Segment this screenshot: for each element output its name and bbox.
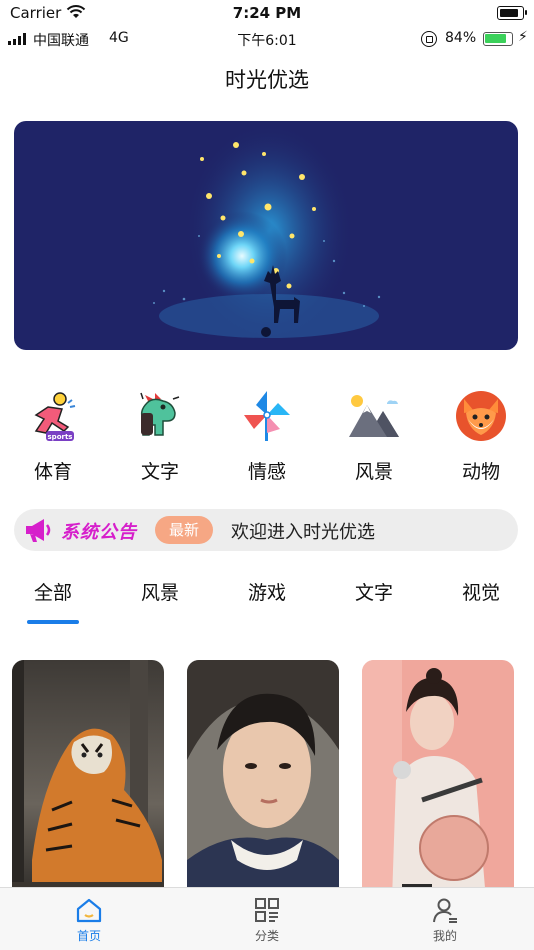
category-label: 情感 [247,461,286,483]
dinosaur-icon [133,389,187,443]
tab-label: 全部 [33,582,72,604]
category-emotion[interactable]: 情感 [227,385,307,485]
battery-level-icon [483,32,513,46]
category-animal[interactable]: 动物 [441,385,521,485]
ios-status-bar: Carrier 7:24 PM [0,0,534,26]
image-card-portrait-girl[interactable] [362,660,514,900]
new-badge: 最新 [155,516,214,544]
home-icon [75,896,103,924]
status-time: 7:24 PM [232,4,302,22]
image-card-tiger[interactable] [12,660,164,900]
battery-percent: 84% [445,30,477,46]
nav-label: 我的 [432,929,457,943]
tab-label: 文字 [354,582,393,604]
category-label: 动物 [461,461,500,483]
tab-strip: 全部 风景 游戏 文字 视觉 [0,578,534,628]
bottom-tab-bar: 首页 分类 我的 [0,887,534,950]
nav-home[interactable]: 首页 [49,896,129,944]
svg-text:sports: sports [48,433,73,441]
announcement-title: 系统公告 [61,522,137,543]
megaphone-icon [24,517,54,547]
battery-icon [497,6,527,20]
category-label: 风景 [354,461,393,483]
nav-label: 分类 [254,929,279,943]
category-text[interactable]: 文字 [120,385,200,485]
grid-icon [253,896,281,924]
tab-label: 游戏 [247,582,286,604]
pinwheel-icon [240,389,294,443]
device-status-bar: 中国联通 4G 下午6:01 84% ⚡ [0,28,534,52]
banner-image[interactable] [14,121,518,350]
tab-visual[interactable]: 视觉 [441,578,521,605]
tab-all[interactable]: 全部 [13,578,93,624]
category-label: 体育 [33,461,72,483]
sports-icon: sports [26,389,80,443]
charging-icon: ⚡ [518,29,528,45]
rotation-lock-icon [421,31,437,47]
category-scenery[interactable]: 风景 [334,385,414,485]
category-sports[interactable]: sports 体育 [13,385,93,485]
category-row: sports 体育 文字 情感 风景 动物 [0,385,534,485]
nav-label: 首页 [76,929,101,943]
tab-label: 风景 [140,582,179,604]
tab-text[interactable]: 文字 [334,578,414,605]
announcement-bar[interactable]: 系统公告 最新 欢迎进入时光优选 [14,509,518,551]
announcement-text: 欢迎进入时光优选 [231,522,375,543]
active-tab-indicator [27,620,79,624]
tab-games[interactable]: 游戏 [227,578,307,605]
fox-icon [454,389,508,443]
profile-icon [431,896,459,924]
nav-categories[interactable]: 分类 [227,896,307,944]
tab-label: 视觉 [461,582,500,604]
tab-scenery[interactable]: 风景 [120,578,200,605]
category-label: 文字 [140,461,179,483]
mountain-icon [347,389,401,443]
page-title: 时光优选 [225,68,309,92]
image-card-portrait-boy[interactable] [187,660,339,900]
nav-profile[interactable]: 我的 [405,896,485,944]
